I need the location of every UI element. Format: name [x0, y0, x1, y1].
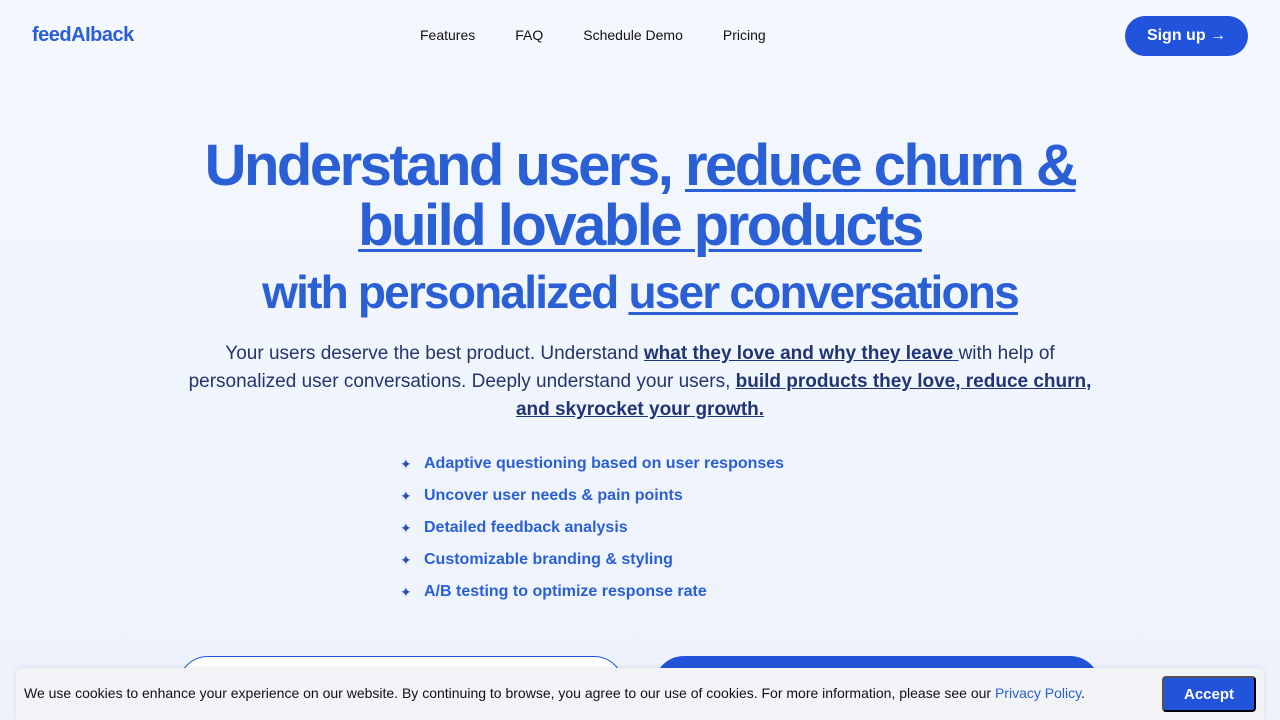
subtitle-part-1: Your users deserve the best product. Und…	[225, 343, 644, 364]
signup-button[interactable]: Sign up →	[1125, 16, 1248, 56]
nav-link-pricing[interactable]: Pricing	[723, 27, 766, 43]
cookie-banner: We use cookies to enhance your experienc…	[16, 668, 1264, 720]
feature-item: ✦ Customizable branding & styling	[400, 544, 784, 576]
sparkle-icon: ✦	[400, 455, 412, 472]
sparkle-icon: ✦	[400, 551, 412, 568]
feature-label: Uncover user needs & pain points	[424, 487, 683, 504]
logo[interactable]: feedAIback	[32, 24, 134, 47]
hero-line-3-a: with personalized	[262, 266, 629, 318]
hero-line-1-b: reduce churn &	[684, 133, 1078, 198]
sparkle-icon: ✦	[400, 487, 412, 504]
accept-cookies-button[interactable]: Accept	[1162, 676, 1256, 712]
nav-link-features[interactable]: Features	[420, 27, 475, 43]
nav-link-schedule-demo[interactable]: Schedule Demo	[583, 27, 683, 43]
privacy-policy-link[interactable]: Privacy Policy	[995, 685, 1081, 701]
hero-line-3: with personalized user conversations	[0, 266, 1280, 318]
hero-line-3-b: user conversations	[628, 266, 1019, 318]
cookie-text: We use cookies to enhance your experienc…	[24, 685, 1085, 701]
subtitle-part-2: what they love and why they leave	[643, 343, 959, 364]
top-nav: feedAIback Features FAQ Schedule Demo Pr…	[0, 0, 1280, 72]
feature-list: ✦ Adaptive questioning based on user resp…	[400, 448, 784, 608]
feature-item: ✦ A/B testing to optimize response rate	[400, 576, 784, 608]
sparkle-icon: ✦	[400, 519, 412, 536]
feature-item: ✦ Adaptive questioning based on user resp…	[400, 448, 784, 480]
sparkle-icon: ✦	[400, 583, 412, 600]
hero-line-2-text: build lovable products	[358, 193, 924, 258]
feature-label: Adaptive questioning based on user respo…	[424, 455, 785, 472]
feature-label: Customizable branding & styling	[424, 551, 673, 568]
hero-line-1-a: Understand users,	[204, 133, 685, 198]
feature-item: ✦ Detailed feedback analysis	[400, 512, 784, 544]
hero-line-1: Understand users, reduce churn &	[0, 136, 1280, 196]
nav-link-faq[interactable]: FAQ	[515, 27, 543, 43]
feature-item: ✦ Uncover user needs & pain points	[400, 480, 784, 512]
hero-line-2: build lovable products	[0, 196, 1280, 256]
feature-label: A/B testing to optimize response rate	[424, 583, 707, 600]
cookie-message: We use cookies to enhance your experienc…	[24, 685, 995, 701]
hero-subtitle: Your users deserve the best product. Und…	[170, 340, 1110, 424]
hero-title: Understand users, reduce churn & build l…	[0, 136, 1280, 319]
feature-label: Detailed feedback analysis	[424, 519, 628, 536]
cookie-message-end: .	[1081, 685, 1085, 701]
nav-links: Features FAQ Schedule Demo Pricing	[420, 27, 806, 43]
